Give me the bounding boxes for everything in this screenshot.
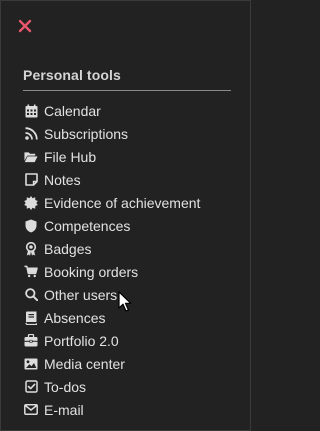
- menu-item-label: Subscriptions: [44, 125, 129, 142]
- cart-icon: [24, 265, 38, 279]
- menu-item-label: Calendar: [44, 102, 101, 119]
- menu-item-badges[interactable]: Badges: [24, 237, 200, 260]
- menu-item-notes[interactable]: Notes: [24, 168, 200, 191]
- mouse-cursor-icon: [118, 291, 132, 313]
- menu-item-label: Evidence of achievement: [44, 194, 201, 211]
- menu-item-label: To-dos: [44, 378, 87, 395]
- menu-item-booking-orders[interactable]: Booking orders: [24, 260, 200, 283]
- menu-item-label: Media center: [44, 355, 125, 372]
- menu-item-absences[interactable]: Absences: [24, 306, 200, 329]
- menu-item-file-hub[interactable]: File Hub: [24, 145, 200, 168]
- menu-item-subscriptions[interactable]: Subscriptions: [24, 122, 200, 145]
- menu-item-label: Absences: [44, 309, 106, 326]
- menu-item-label: Other users: [44, 286, 118, 303]
- section-title: Personal tools: [23, 67, 121, 83]
- menu-item-label: Portfolio 2.0: [44, 332, 119, 349]
- menu-item-label: File Hub: [44, 148, 97, 165]
- menu-item-competences[interactable]: Competences: [24, 214, 200, 237]
- checkbox-icon: [24, 380, 38, 394]
- badge-icon: [24, 241, 38, 256]
- note-icon: [24, 173, 38, 187]
- menu-item-label: Notes: [44, 171, 81, 188]
- divider: [23, 90, 231, 91]
- rss-icon: [24, 127, 38, 141]
- menu-item-media-center[interactable]: Media center: [24, 352, 200, 375]
- menu-item-calendar[interactable]: Calendar: [24, 99, 200, 122]
- image-icon: [24, 357, 38, 371]
- personal-tools-panel: Personal tools Calendar Subscriptions Fi…: [0, 0, 251, 431]
- menu-item-label: E-mail: [44, 401, 84, 418]
- shield-icon: [24, 219, 38, 233]
- menu-item-label: Competences: [44, 217, 131, 234]
- menu-item-label: Badges: [44, 240, 92, 257]
- folder-open-icon: [24, 150, 38, 164]
- calendar-icon: [24, 104, 38, 118]
- certificate-icon: [24, 195, 38, 210]
- menu-item-evidence-of-achievement[interactable]: Evidence of achievement: [24, 191, 200, 214]
- menu-item-e-mail[interactable]: E-mail: [24, 398, 200, 421]
- book-icon: [24, 311, 38, 325]
- menu-item-portfolio[interactable]: Portfolio 2.0: [24, 329, 200, 352]
- close-icon[interactable]: [17, 18, 33, 34]
- personal-tools-menu: Calendar Subscriptions File Hub Notes Ev…: [24, 99, 200, 421]
- menu-item-other-users[interactable]: Other users: [24, 283, 200, 306]
- menu-item-to-dos[interactable]: To-dos: [24, 375, 200, 398]
- briefcase-icon: [24, 334, 38, 348]
- search-icon: [24, 288, 38, 302]
- menu-item-label: Booking orders: [44, 263, 139, 280]
- envelope-icon: [24, 403, 38, 417]
